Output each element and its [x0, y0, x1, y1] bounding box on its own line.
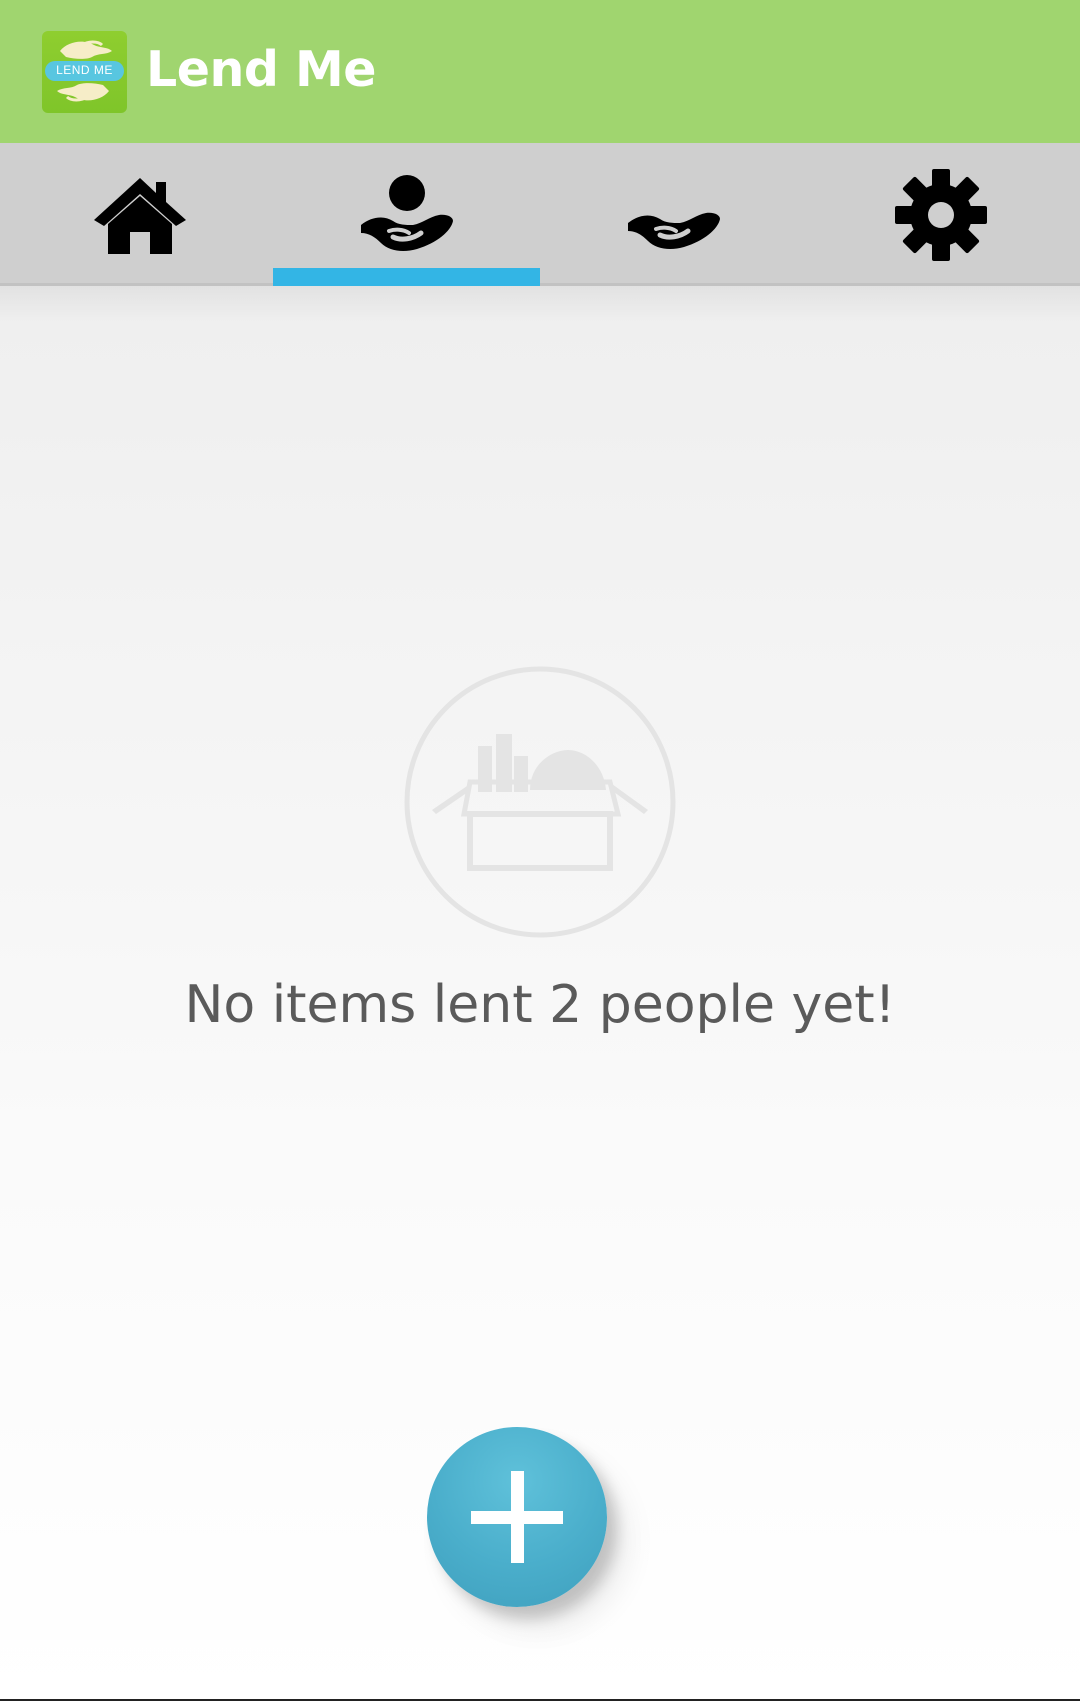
tab-bar-shadow	[0, 286, 1080, 322]
logo-text: LEND ME	[56, 63, 113, 77]
add-item-button[interactable]	[427, 1427, 607, 1607]
app-bar: LEND ME Lend Me	[0, 0, 1080, 143]
tab-settings[interactable]	[807, 143, 1074, 286]
home-icon	[93, 177, 186, 254]
tab-lent[interactable]	[273, 143, 540, 286]
tab-borrowed[interactable]	[540, 143, 807, 286]
empty-state-message: No items lent 2 people yet!	[184, 975, 896, 1035]
plus-icon-vertical	[511, 1471, 524, 1563]
open-box-icon	[404, 666, 676, 938]
tab-selected-indicator	[273, 268, 540, 286]
tab-bar	[0, 143, 1080, 286]
app-logo: LEND ME	[42, 31, 127, 113]
tab-home[interactable]	[6, 143, 273, 286]
app-title: Lend Me	[146, 41, 376, 98]
open-hand-icon	[627, 212, 720, 249]
gear-icon	[894, 168, 987, 261]
hand-giving-person-icon	[360, 174, 453, 251]
